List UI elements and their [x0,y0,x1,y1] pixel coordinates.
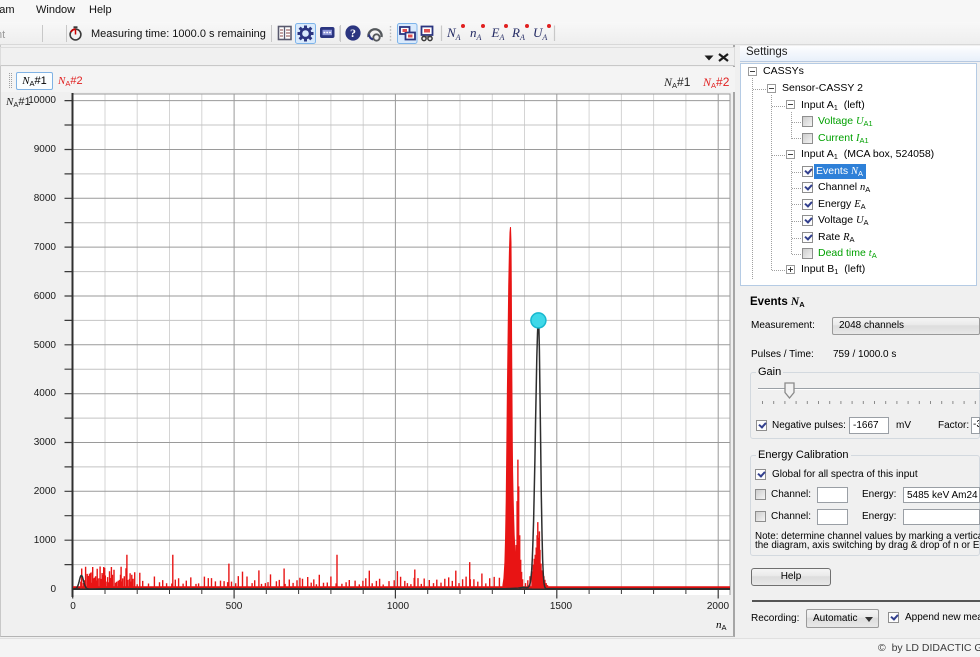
svg-text:?: ? [350,26,356,40]
